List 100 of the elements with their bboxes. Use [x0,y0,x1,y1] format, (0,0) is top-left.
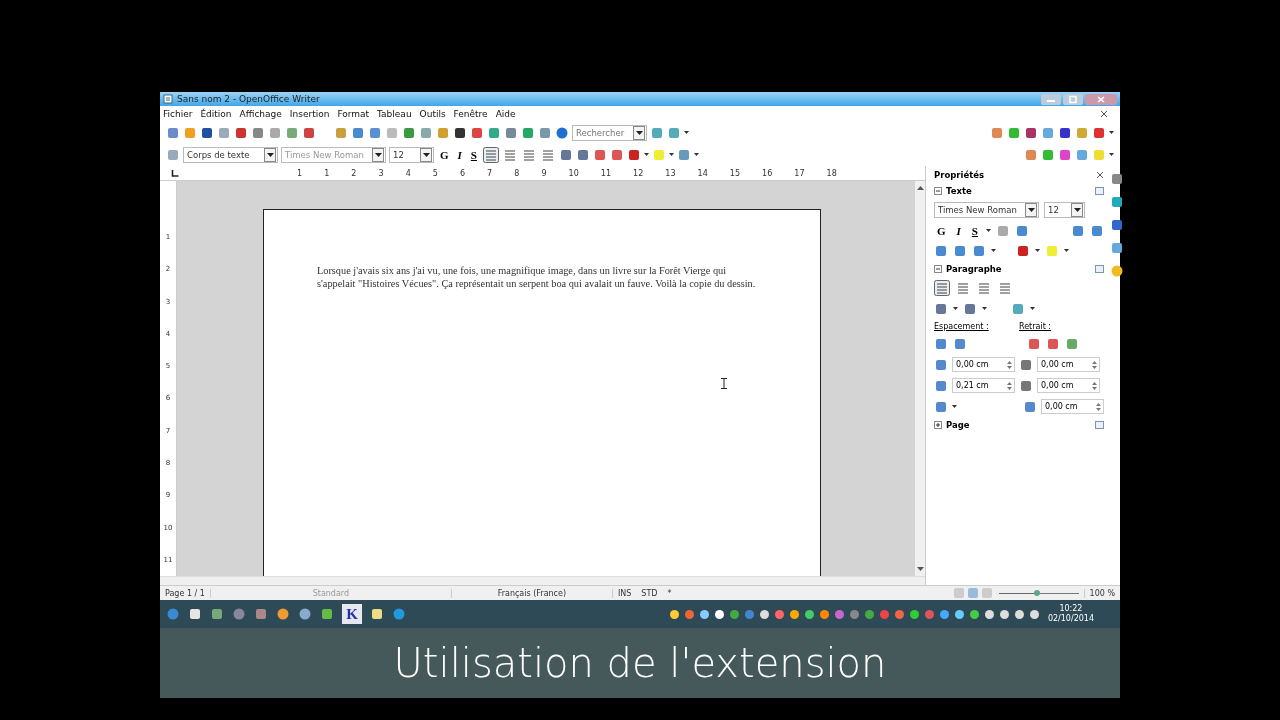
dropdown-button[interactable] [1071,203,1083,217]
menu-item[interactable]: Outils [416,109,451,119]
caret-icon[interactable] [982,307,987,311]
font-value: Times New Roman [285,150,365,160]
menu-item[interactable]: Tableau [374,109,417,119]
tray-icon[interactable] [908,608,920,620]
more-options-icon[interactable] [1095,265,1104,273]
font-value: Times New Roman [938,205,1018,215]
close-icon[interactable] [1096,171,1104,179]
clock-time[interactable]: 10:22 [1059,604,1083,614]
dropdown-button[interactable] [372,148,384,162]
tray-icon[interactable] [788,608,800,620]
italic-button[interactable]: I [953,225,964,237]
size-value: 12 [1048,205,1060,215]
spin-field[interactable]: 0,00 cm [952,357,1015,372]
collapse-icon[interactable] [934,187,942,195]
tray-icon[interactable] [803,608,815,620]
align-button[interactable] [955,280,971,296]
menu-item[interactable]: Affichage [236,109,287,119]
caret-icon[interactable] [693,153,699,157]
horizontal-scrollbar[interactable] [160,576,925,585]
caret-icon[interactable] [985,229,991,233]
caret-icon[interactable] [1064,249,1069,253]
font-field[interactable]: Times New Roman [934,202,1039,218]
ruler-number: 16 [762,168,773,178]
dropdown-button[interactable] [264,148,276,162]
tray-icon[interactable] [953,608,965,620]
style-field[interactable]: Corps de texte [183,147,278,163]
more-options-icon[interactable] [1095,187,1104,195]
menu-item[interactable]: Fichier [160,109,198,119]
scroll-down-icon[interactable] [916,567,924,572]
tray-icon[interactable] [698,608,710,620]
caret-icon[interactable] [952,404,957,409]
underline-button[interactable]: S [968,225,981,237]
bold-button[interactable]: G [934,225,949,237]
tray-icon[interactable] [758,608,770,620]
tray-icon[interactable] [968,608,980,620]
tray-icon[interactable] [983,608,995,620]
spin-field[interactable]: 0,00 cm [1037,357,1100,372]
caret-icon[interactable] [1073,207,1081,213]
caret-icon[interactable] [668,153,674,157]
caret-icon[interactable] [1030,307,1035,311]
tray-icon[interactable] [998,608,1010,620]
section-title[interactable]: Page [946,420,970,430]
scroll-up-icon[interactable] [916,185,924,190]
underline-button[interactable]: S [467,149,480,161]
caret-icon[interactable] [684,131,689,135]
dropdown-button[interactable] [1025,203,1037,217]
section-title[interactable]: Texte [946,186,972,196]
size-field[interactable]: 12 [1044,202,1085,218]
spin-arrows-icon[interactable] [1007,359,1012,370]
size-field[interactable]: 12 [389,147,434,163]
search-field[interactable]: Rechercher [576,128,632,138]
dropdown-button[interactable] [420,148,432,162]
align-button[interactable] [482,147,499,163]
section-title[interactable]: Paragraphe [946,264,1002,274]
taskbar-app[interactable]: K [342,604,362,624]
spin-arrows-icon[interactable] [1092,380,1097,391]
clock-date[interactable]: 02/10/2014 [1047,614,1094,624]
expand-icon[interactable] [934,421,942,429]
spin-arrows-icon[interactable] [1096,401,1101,412]
collapse-icon[interactable] [934,265,942,273]
caret-icon[interactable] [266,152,274,158]
caret-icon[interactable] [1027,207,1035,213]
align-button[interactable] [997,280,1013,296]
search-field[interactable]: Rechercher [572,125,647,141]
bold-button[interactable]: G [437,149,452,161]
spin-field[interactable]: 0,00 cm [1041,399,1104,414]
tray-icon[interactable] [713,608,725,620]
caret-icon[interactable] [1035,249,1040,253]
dropdown-button[interactable] [633,126,645,140]
tray-icon[interactable] [938,608,950,620]
spin-arrows-icon[interactable] [1092,359,1097,370]
spin-arrows-icon[interactable] [1007,380,1012,391]
caret-icon[interactable] [953,307,958,311]
menu-item[interactable]: Insertion [286,109,335,119]
menu-item[interactable]: Format [334,109,375,119]
tray-icon[interactable] [818,608,830,620]
menu-item[interactable]: Fenêtre [450,109,493,119]
tray-icon[interactable] [1013,608,1025,620]
tray-icon[interactable] [1028,608,1040,620]
spin-field[interactable]: 0,00 cm [1037,378,1100,393]
caret-icon[interactable] [1109,131,1114,135]
menu-item[interactable]: Édition [197,109,237,119]
ruler-number: 2 [351,168,357,178]
align-button[interactable] [976,280,992,296]
italic-button[interactable]: I [454,149,465,161]
close-button[interactable] [1085,93,1117,105]
caret-icon[interactable] [635,130,643,136]
tray-icon[interactable] [668,608,680,620]
caret-icon[interactable] [991,249,996,253]
more-options-icon[interactable] [1095,421,1104,429]
caret-icon[interactable] [1109,153,1114,157]
ruler-number: 14 [697,168,708,178]
caret-icon[interactable] [374,152,382,158]
align-button[interactable] [934,280,950,296]
menu-item[interactable]: Aide [492,109,521,119]
caret-icon[interactable] [643,153,649,157]
spin-field[interactable]: 0,21 cm [952,378,1015,393]
caret-icon[interactable] [422,152,430,158]
